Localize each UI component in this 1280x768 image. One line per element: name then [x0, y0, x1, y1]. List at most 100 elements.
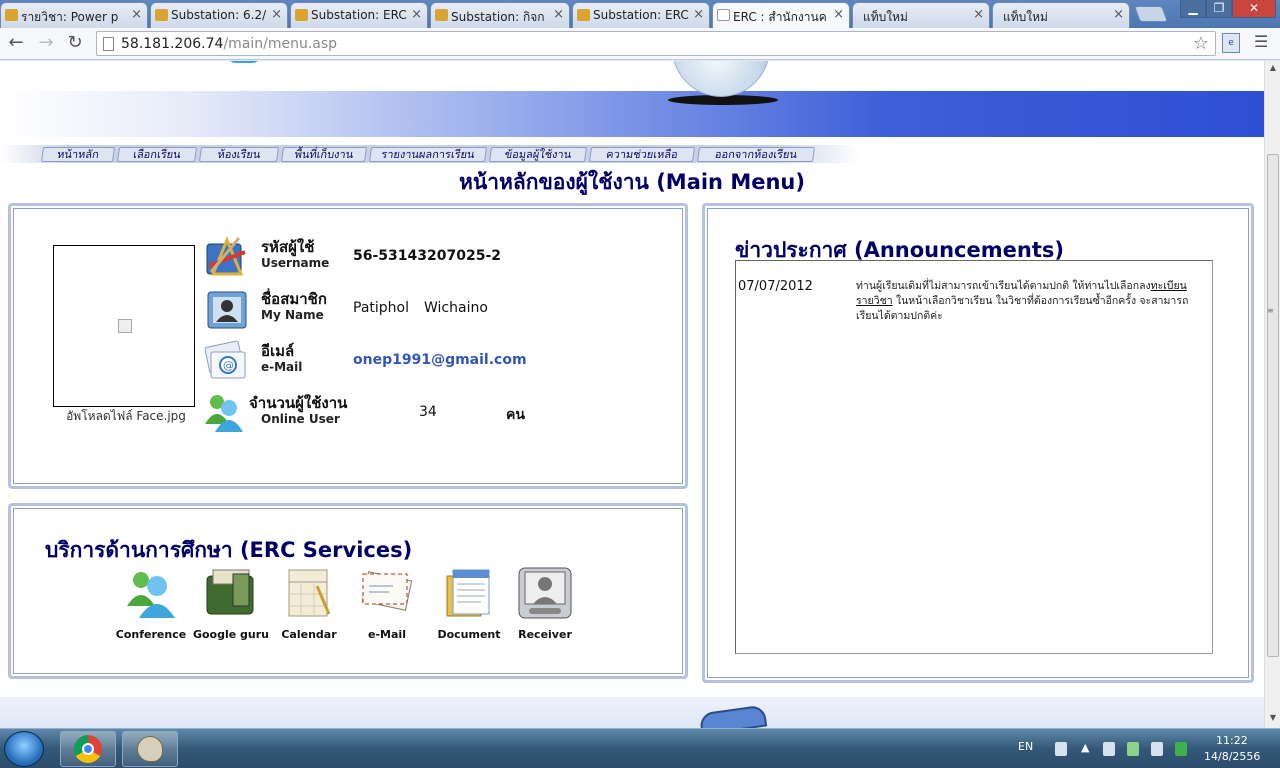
last-name-value: Wichaino	[424, 300, 488, 316]
show-hidden-icons-icon[interactable]: ▲	[1081, 741, 1089, 754]
service-label: Calendar	[281, 628, 337, 641]
browser-tab-2[interactable]: Substation: 6.2/ ×	[150, 2, 288, 28]
browser-toolbar: ← → ↻ 58.181.206.74/main/menu.asp ☆ e ☰	[0, 28, 1280, 60]
service-label: Document	[437, 628, 501, 641]
restore-button[interactable]: ❐	[1206, 0, 1232, 18]
service-google-guru[interactable]: Google guru	[191, 566, 271, 641]
browser-tabstrip: รายวิชา: Power p × Substation: 6.2/ × Su…	[0, 0, 1280, 28]
close-icon[interactable]: ×	[1113, 7, 1124, 22]
tab-title: แท็บใหม่	[863, 10, 908, 24]
online-users-icon	[205, 395, 243, 432]
tab-title: Substation: ERC	[311, 8, 407, 22]
close-icon[interactable]: ×	[693, 7, 704, 22]
upload-photo-link[interactable]: อัพโหลดไฟล์ Face.jpg	[41, 407, 211, 426]
service-calendar[interactable]: Calendar	[269, 566, 349, 641]
calendar-icon	[288, 569, 331, 617]
chrome-icon	[74, 735, 102, 763]
close-icon[interactable]: ×	[553, 7, 564, 22]
menu-logout[interactable]: ออกจากห้องเรียน	[696, 147, 816, 162]
online-users-count: 34	[419, 404, 437, 420]
close-icon[interactable]: ×	[131, 7, 142, 22]
url-text[interactable]: 58.181.206.74/main/menu.asp	[121, 36, 337, 52]
tab-title: แท็บใหม่	[1003, 10, 1048, 24]
profile-panel: อัพโหลดไฟล์ Face.jpg รหัสผู้ใช้ Username…	[8, 203, 688, 489]
menu-storage[interactable]: พื้นที่เก็บงาน	[280, 147, 368, 162]
volume-icon[interactable]	[1151, 742, 1163, 756]
browser-tab-active[interactable]: ERC : สำนักงานค ×	[712, 2, 850, 28]
browser-tab-7[interactable]: แท็บใหม่ ×	[852, 2, 990, 28]
address-bar[interactable]: 58.181.206.74/main/menu.asp ☆	[96, 31, 1216, 56]
usb-icon[interactable]	[1055, 742, 1067, 756]
browser-tab-4[interactable]: Substation: กิจก ×	[430, 2, 570, 28]
close-icon[interactable]: ×	[411, 7, 422, 22]
service-label: Receiver	[518, 628, 572, 641]
taskbar-paint[interactable]	[122, 731, 178, 767]
email-link[interactable]: onep1991@gmail.com	[353, 352, 527, 368]
extension-icon[interactable]: e	[1222, 33, 1240, 53]
service-label: Google guru	[192, 628, 270, 641]
bookmark-star-icon[interactable]: ☆	[1193, 33, 1209, 54]
email-label: อีเมล์ e-Mail	[261, 342, 303, 374]
back-arrow-icon[interactable]: ←	[4, 32, 28, 56]
scroll-up-arrow-icon[interactable]: ▲	[1267, 63, 1279, 75]
windows-taskbar: EN ▲ 11:22 14/8/2556	[0, 728, 1280, 768]
action-center-icon[interactable]	[1103, 742, 1115, 756]
tab-title: รายวิชา: Power p	[21, 10, 119, 24]
service-document[interactable]: Document	[429, 566, 509, 641]
first-name-value: Patiphol	[353, 300, 409, 316]
taskbar-chrome[interactable]	[60, 731, 116, 767]
browser-tab-5[interactable]: Substation: ERC ×	[572, 2, 710, 28]
clock-time[interactable]: 11:22	[1216, 734, 1248, 747]
folder-icon	[295, 9, 308, 21]
close-icon[interactable]: ×	[833, 7, 844, 22]
minimize-button[interactable]: ▁	[1180, 0, 1206, 18]
service-receiver[interactable]: Receiver	[505, 566, 585, 641]
battery-icon[interactable]	[1175, 742, 1187, 756]
close-icon[interactable]: ×	[271, 7, 282, 22]
close-icon[interactable]: ×	[973, 7, 984, 22]
tab-title: Substation: 6.2/	[171, 8, 267, 22]
clock-date[interactable]: 14/8/2556	[1204, 750, 1260, 763]
start-button[interactable]	[4, 731, 44, 767]
menu-help[interactable]: ความช่วยเหลือ	[588, 147, 696, 162]
announcement-date: 07/07/2012	[738, 279, 813, 294]
network-signal-icon[interactable]	[1127, 742, 1139, 756]
document-icon	[446, 569, 490, 617]
user-card-icon	[207, 291, 247, 329]
folder-icon	[435, 9, 448, 21]
menu-home[interactable]: หน้าหลัก	[40, 147, 116, 162]
online-users-label: จำนวนผู้ใช้งาน Online User	[249, 394, 348, 426]
new-tab-button[interactable]	[1134, 6, 1168, 22]
folder-icon	[5, 9, 18, 21]
forward-arrow-icon[interactable]: →	[34, 32, 58, 56]
wrench-menu-icon[interactable]: ☰	[1254, 32, 1268, 51]
browser-tab-8[interactable]: แท็บใหม่ ×	[992, 2, 1130, 28]
language-indicator[interactable]: EN	[1018, 740, 1033, 753]
username-value: 56-53143207025-2	[353, 248, 501, 264]
scroll-thumb[interactable]	[1267, 154, 1279, 657]
menu-classroom[interactable]: ห้องเรียน	[198, 147, 280, 162]
service-conference[interactable]: Conference	[111, 566, 191, 641]
browser-tab-3[interactable]: Substation: ERC ×	[290, 2, 428, 28]
announcement-text: ท่านผู้เรียนเดิมที่ไม่สามารถเข้าเรียนได้…	[856, 280, 1189, 322]
announcements-list[interactable]: 07/07/2012 ท่านผู้เรียนเดิมที่ไม่สามารถเ…	[735, 260, 1213, 654]
footer-banner	[0, 697, 1264, 728]
reload-icon[interactable]: ↻	[63, 32, 87, 56]
page-title: หน้าหลักของผู้ใช้งาน (Main Menu)	[459, 170, 805, 194]
broken-image-icon	[118, 319, 132, 333]
service-email[interactable]: e-Mail	[347, 566, 427, 641]
tab-title: Substation: กิจก	[451, 10, 545, 24]
menu-select-course[interactable]: เลือกเรียน	[116, 147, 198, 162]
page-scrollbar[interactable]: ▲ ≡ ▼	[1264, 61, 1280, 728]
name-label: ชื่อสมาชิก My Name	[261, 290, 327, 322]
menu-user-info[interactable]: ข้อมูลผู้ใช้งาน	[488, 147, 588, 162]
menu-grade-report[interactable]: รายงานผลการเรียน	[368, 147, 488, 162]
browser-tab-1[interactable]: รายวิชา: Power p ×	[0, 2, 148, 28]
folder-icon	[155, 9, 168, 21]
folder-icon	[577, 9, 590, 21]
close-window-button[interactable]: ✕	[1232, 0, 1276, 18]
main-menu-bar: หน้าหลัก เลือกเรียน ห้องเรียน พื้นที่เก็…	[0, 145, 860, 163]
services-panel: บริการด้านการศึกษา (ERC Services) Confer…	[8, 503, 688, 679]
conference-icon	[127, 572, 175, 618]
scroll-down-arrow-icon[interactable]: ▼	[1267, 713, 1279, 725]
